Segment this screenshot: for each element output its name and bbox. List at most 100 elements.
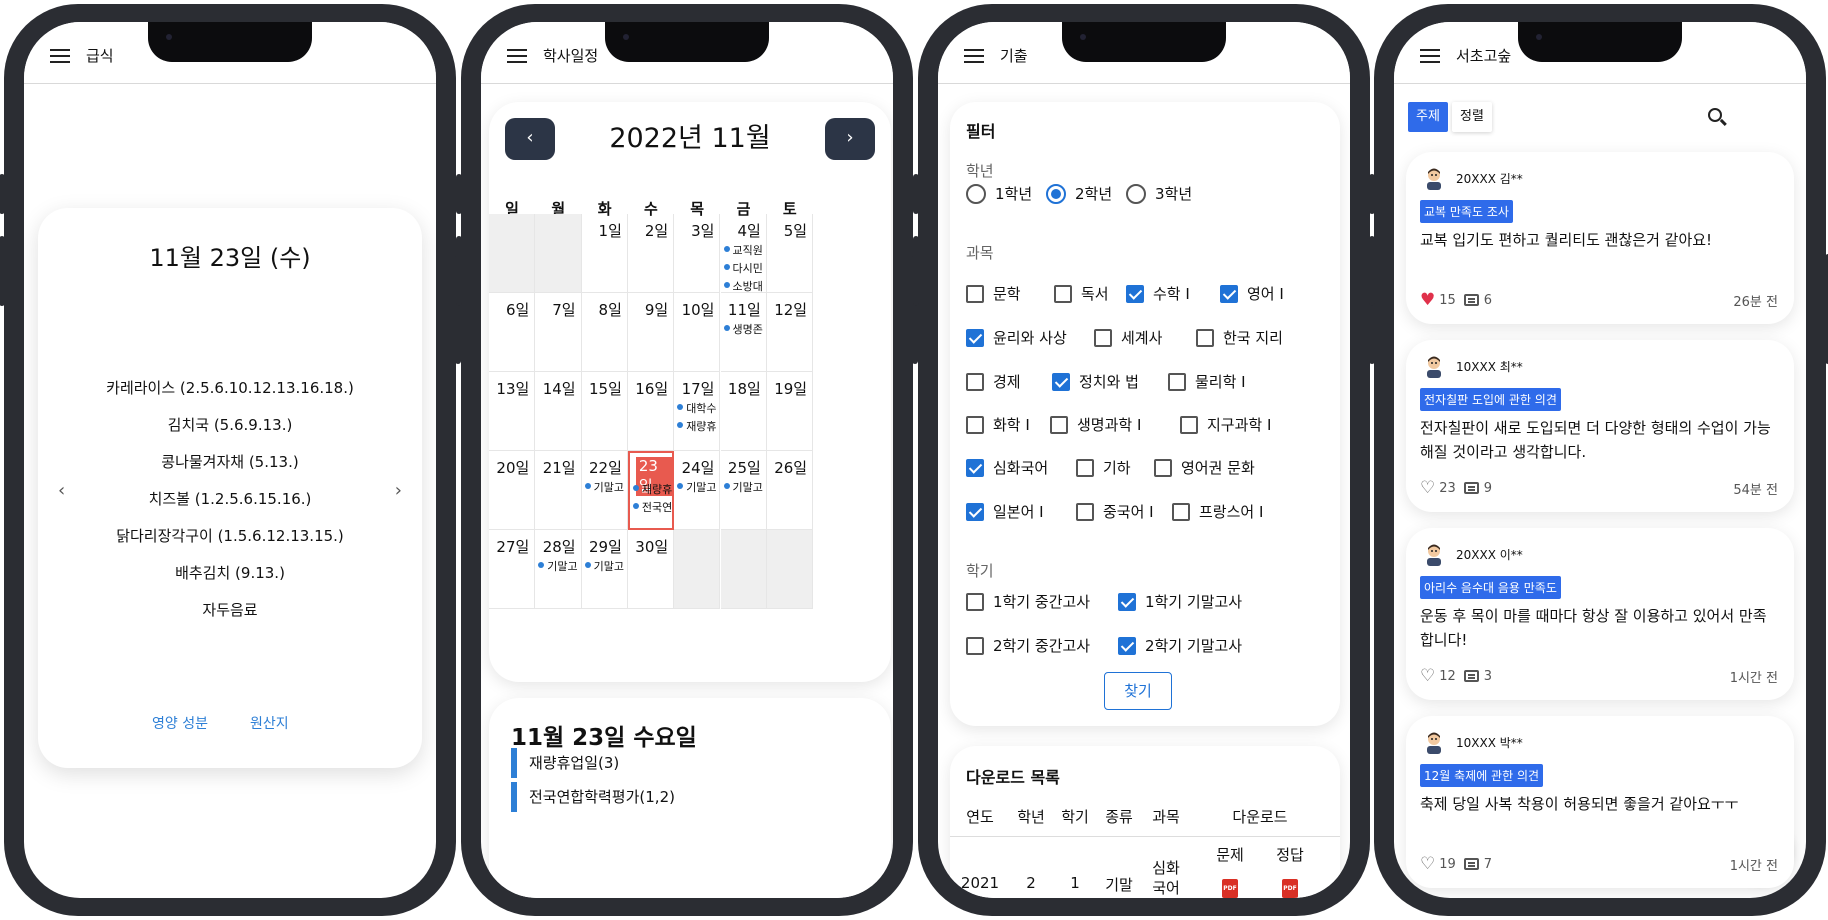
calendar-day-cell[interactable]: 12일	[766, 293, 814, 372]
post-card[interactable]: 10XXX 박** 12월 축제에 관한 의견 축제 당일 사복 착용이 허용되면 …	[1406, 716, 1794, 888]
subject-checkbox[interactable]: 물리학 I	[1168, 372, 1246, 392]
comment-icon[interactable]	[1463, 858, 1479, 870]
term-checkbox[interactable]: 2학기 중간고사	[966, 636, 1090, 656]
calendar-day-cell[interactable]: 8일	[581, 293, 628, 372]
post-topic-tag[interactable]: 아리수 음수대 음용 만족도	[1420, 576, 1561, 599]
heart-icon[interactable]: ♡	[1420, 854, 1435, 874]
subject-checkbox[interactable]: 문학	[966, 284, 1021, 304]
calendar-event[interactable]: 재량휴	[674, 418, 719, 434]
calendar-day-cell[interactable]: 22일 기말고	[581, 451, 628, 530]
calendar-day-cell[interactable]: 16일	[627, 372, 675, 451]
subject-checkbox[interactable]: 영어 I	[1220, 284, 1284, 304]
menu-icon[interactable]	[964, 49, 984, 63]
chevron-left-icon[interactable]: ‹	[58, 480, 65, 501]
calendar-day-cell[interactable]: 2일	[627, 214, 675, 293]
calendar-day-cell[interactable]: 9일	[627, 293, 675, 372]
question-pdf-button[interactable]: PDF	[1200, 876, 1260, 898]
subject-checkbox[interactable]: 정치와 법	[1052, 372, 1139, 392]
calendar-day-cell[interactable]: 26일	[766, 451, 814, 530]
calendar-day-cell[interactable]: 21일	[535, 451, 582, 530]
heart-icon[interactable]: ♡	[1420, 478, 1435, 498]
subject-checkbox[interactable]: 중국어 I	[1076, 502, 1154, 522]
calendar-day-cell[interactable]: 14일	[535, 372, 582, 451]
nutrition-link[interactable]: 영양 성분	[152, 713, 208, 733]
selected-day-event[interactable]: 전국연합학력평가(1,2)	[511, 782, 675, 812]
term-checkbox[interactable]: 2학기 기말고사	[1118, 636, 1242, 656]
post-topic-tag[interactable]: 교복 만족도 조사	[1420, 200, 1513, 223]
calendar-day-cell[interactable]: 27일	[489, 530, 536, 609]
calendar-day-cell[interactable]: 17일 대학수 재량휴	[674, 372, 721, 451]
heart-icon[interactable]: ♥	[1420, 290, 1435, 310]
term-checkbox[interactable]: 1학기 기말고사	[1118, 592, 1242, 612]
calendar-day-cell[interactable]: 10일	[674, 293, 721, 372]
post-topic-tag[interactable]: 전자칠판 도입에 관한 의견	[1420, 388, 1561, 411]
term-checkbox[interactable]: 1학기 중간고사	[966, 592, 1090, 612]
origin-link[interactable]: 원산지	[250, 713, 289, 733]
subject-checkbox[interactable]: 심화국어	[966, 458, 1048, 478]
calendar-day-cell[interactable]: 23일 재량휴 전국연	[627, 451, 675, 530]
calendar-day-cell[interactable]: 20일	[489, 451, 536, 530]
subject-checkbox[interactable]: 경제	[966, 372, 1021, 392]
answer-pdf-button[interactable]: PDF	[1260, 876, 1320, 898]
subject-checkbox[interactable]: 지구과학 I	[1180, 415, 1271, 435]
calendar-day-cell[interactable]: 28일 기말고	[535, 530, 582, 609]
post-topic-tag[interactable]: 12월 축제에 관한 의견	[1420, 764, 1544, 787]
calendar-day-cell[interactable]: 5일	[766, 214, 814, 293]
subject-checkbox[interactable]: 세계사	[1094, 328, 1162, 348]
calendar-day-cell[interactable]: 25일 기말고	[720, 451, 767, 530]
calendar-day-cell[interactable]: 1일	[581, 214, 628, 293]
subject-checkbox[interactable]: 화학 I	[966, 415, 1030, 435]
prev-month-button[interactable]: ‹	[505, 118, 555, 160]
subject-checkbox[interactable]: 수학 I	[1126, 284, 1190, 304]
subject-checkbox[interactable]: 일본어 I	[966, 502, 1044, 522]
grade-radio[interactable]: 2학년	[1046, 184, 1112, 204]
selected-day-event[interactable]: 재량휴업일(3)	[511, 748, 619, 778]
calendar-day-cell[interactable]: 30일	[627, 530, 675, 609]
heart-icon[interactable]: ♡	[1420, 666, 1435, 686]
comment-icon[interactable]	[1463, 482, 1479, 494]
calendar-day-cell[interactable]: 4일 교직원 다시민 소방대	[720, 214, 767, 294]
menu-icon[interactable]	[507, 49, 527, 63]
calendar-event[interactable]: 기말고	[535, 558, 580, 574]
post-card[interactable]: 10XXX 최** 전자칠판 도입에 관한 의견 전자칠판이 새로 도입되면 더 다…	[1406, 340, 1794, 512]
calendar-event[interactable]: 재량휴	[630, 481, 672, 497]
comment-icon[interactable]	[1463, 294, 1479, 306]
calendar-day-cell[interactable]: 29일 기말고	[581, 530, 628, 609]
calendar-day-cell[interactable]: 3일	[674, 214, 721, 293]
search-icon[interactable]	[1708, 108, 1722, 122]
calendar-event[interactable]: 다시민	[721, 260, 766, 276]
calendar-event[interactable]: 교직원	[721, 242, 766, 258]
calendar-day-cell[interactable]: 15일	[581, 372, 628, 451]
grade-radio[interactable]: 3학년	[1126, 184, 1192, 204]
calendar-day-cell[interactable]: 18일	[720, 372, 767, 451]
calendar-day-cell[interactable]: 13일	[489, 372, 536, 451]
subject-checkbox[interactable]: 윤리와 사상	[966, 328, 1067, 348]
menu-icon[interactable]	[1420, 49, 1440, 63]
calendar-day-cell[interactable]: 11일 생명존	[720, 293, 767, 372]
calendar-event[interactable]: 기말고	[582, 479, 627, 495]
tab-sort[interactable]: 정렬	[1452, 102, 1492, 132]
comment-icon[interactable]	[1463, 670, 1479, 682]
subject-checkbox[interactable]: 기하	[1076, 458, 1131, 478]
calendar-day-cell[interactable]: 24일 기말고	[674, 451, 721, 530]
calendar-event[interactable]: 기말고	[721, 479, 766, 495]
calendar-event[interactable]: 전국연	[630, 499, 672, 515]
subject-checkbox[interactable]: 영어권 문화	[1154, 458, 1255, 478]
grade-radio[interactable]: 1학년	[966, 184, 1032, 204]
post-card[interactable]: 20XXX 이** 아리수 음수대 음용 만족도 운동 후 목이 마를 때마다 항상…	[1406, 528, 1794, 700]
calendar-day-cell[interactable]: 7일	[535, 293, 582, 372]
calendar-event[interactable]: 생명존	[721, 321, 766, 337]
next-month-button[interactable]: ›	[825, 118, 875, 160]
tab-topic[interactable]: 주제	[1408, 102, 1448, 132]
calendar-event[interactable]: 대학수	[674, 400, 719, 416]
calendar-day-cell[interactable]: 19일	[766, 372, 814, 451]
subject-checkbox[interactable]: 한국 지리	[1196, 328, 1283, 348]
subject-checkbox[interactable]: 독서	[1054, 284, 1109, 304]
subject-checkbox[interactable]: 생명과학 I	[1050, 415, 1141, 435]
chevron-right-icon[interactable]: ›	[395, 480, 402, 501]
calendar-event[interactable]: 소방대	[721, 278, 766, 294]
menu-icon[interactable]	[50, 49, 70, 63]
calendar-day-cell[interactable]: 6일	[489, 293, 536, 372]
calendar-event[interactable]: 기말고	[674, 479, 719, 495]
subject-checkbox[interactable]: 프랑스어 I	[1172, 502, 1263, 522]
